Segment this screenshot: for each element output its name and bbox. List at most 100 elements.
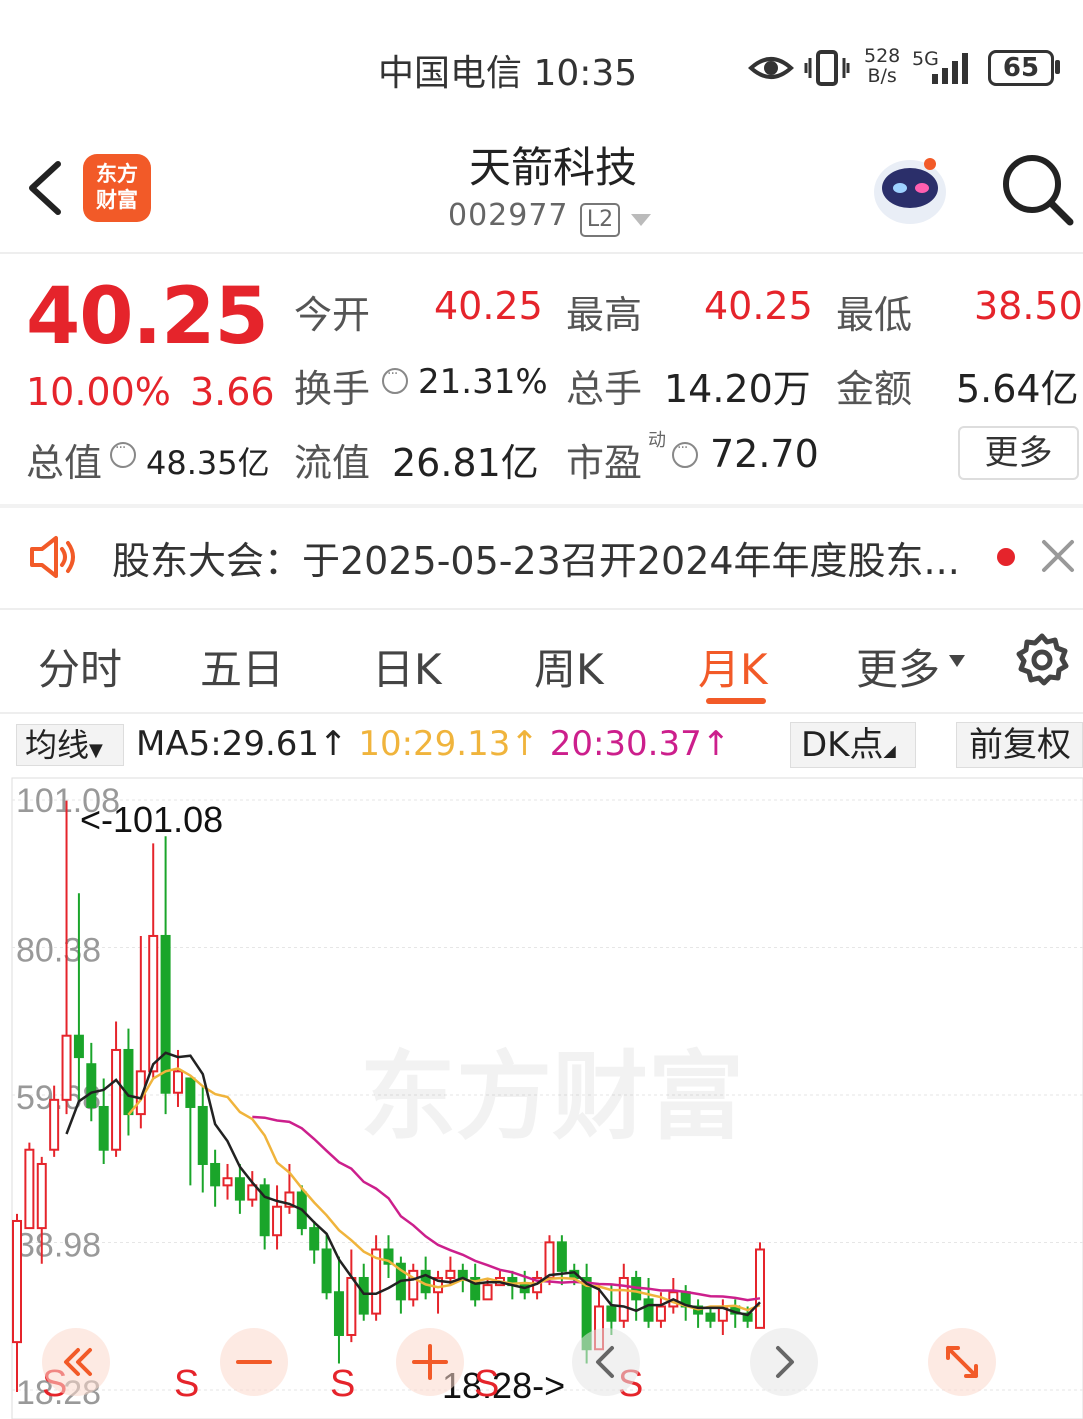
candle-body	[606, 1305, 617, 1322]
volume-value: 14.20万	[664, 367, 811, 411]
zoom-out-button[interactable]	[220, 1328, 288, 1396]
open-value: 40.25	[434, 284, 543, 328]
sell-signal-label: S	[474, 1363, 499, 1405]
ma5-arrow: ↑	[319, 724, 348, 764]
volume-label: 总手	[566, 367, 643, 411]
active-tab-indicator	[706, 698, 766, 704]
tab-five-day[interactable]: 五日	[200, 636, 284, 697]
notice-text[interactable]: 股东大会：于2025-05-23召开2024年年度股东...	[112, 530, 960, 585]
candle-body	[556, 1241, 567, 1272]
net-speed: 528 B/s	[864, 46, 900, 86]
ma-values: MA5:29.61↑ 10:29.13↑ 20:30.37↑	[136, 724, 730, 764]
status-carrier-time: 中国电信 10:35	[378, 53, 638, 94]
candle-body	[148, 934, 159, 1073]
candle-body	[643, 1298, 654, 1322]
robot-assistant-icon[interactable]	[868, 150, 952, 230]
tab-daily-k[interactable]: 日K	[372, 636, 442, 697]
status-bar: 中国电信 10:35 528 B/s 5G 65	[0, 0, 1083, 130]
ma20-arrow: ↑	[701, 724, 731, 764]
info-icon[interactable]	[672, 440, 698, 468]
mktcap-value: 48.35亿	[146, 444, 270, 482]
low-value: 38.50	[974, 284, 1083, 328]
dk-label: DK点	[801, 725, 884, 765]
candle-body	[12, 1219, 22, 1344]
app-logo[interactable]: 东方 财富	[83, 154, 151, 222]
ma20-value: 20:30.37	[549, 724, 702, 764]
divider	[0, 252, 1083, 254]
open-label: 今开	[294, 293, 371, 337]
candle-body	[36, 1162, 47, 1230]
ma-type-dropdown[interactable]: 均线▼	[16, 724, 124, 766]
search-icon[interactable]	[996, 148, 1076, 228]
candle-body	[482, 1284, 493, 1301]
candle-body	[222, 1177, 233, 1187]
level-badge[interactable]: L2	[580, 203, 620, 237]
more-quote-button[interactable]: 更多	[958, 426, 1079, 480]
change-amount: 3.66	[190, 370, 275, 414]
candle-body	[445, 1269, 456, 1279]
low-label: 最低	[836, 293, 913, 337]
candle-body	[346, 1276, 357, 1336]
tab-weekly-k[interactable]: 周K	[534, 636, 604, 697]
sell-signal-label: S	[174, 1363, 199, 1405]
scroll-right-button-bg	[750, 1328, 818, 1396]
y-tick-label: 38.98	[16, 1227, 101, 1265]
info-icon[interactable]	[382, 366, 408, 394]
stock-code[interactable]: 002977	[448, 198, 569, 233]
candle-body	[309, 1227, 320, 1251]
candle-body	[755, 1248, 765, 1329]
dk-point-dropdown[interactable]: DK点◢	[790, 722, 916, 768]
signal-icon	[932, 53, 968, 84]
amount-label: 金额	[836, 367, 913, 411]
chevron-down-icon[interactable]	[948, 654, 966, 668]
divider	[0, 504, 1083, 508]
candle-body	[123, 1048, 134, 1116]
fullscreen-button[interactable]	[928, 1328, 996, 1396]
info-icon[interactable]	[110, 440, 136, 468]
tab-intraday[interactable]: 分时	[38, 636, 122, 697]
gear-icon[interactable]	[1014, 632, 1070, 688]
candle-body	[172, 1070, 183, 1094]
divider	[0, 712, 1083, 714]
y-tick-label: 80.38	[16, 932, 101, 970]
high-label: 最高	[566, 293, 643, 337]
kline-chart[interactable]: 101.0880.3859.6838.9818.28东方财富<-101.0818…	[0, 772, 1083, 1419]
price-adjust-button[interactable]: 前复权	[956, 722, 1083, 768]
float-value: 26.81亿	[392, 441, 539, 485]
candle-body	[544, 1241, 555, 1279]
scroll-right-button[interactable]	[750, 1328, 818, 1396]
tab-monthly-k[interactable]: 月K	[698, 636, 768, 697]
candle-body	[655, 1305, 666, 1322]
zoom-in-button[interactable]	[396, 1328, 464, 1396]
net-speed-unit: B/s	[867, 65, 897, 87]
scroll-left-button[interactable]	[572, 1328, 640, 1396]
back-icon[interactable]	[22, 158, 72, 218]
tab-more[interactable]: 更多	[856, 636, 940, 697]
turnover-label: 换手	[294, 367, 371, 411]
pe-value: 72.70	[710, 432, 819, 476]
corner-triangle-icon: ◢	[883, 741, 896, 760]
candle-body	[49, 1098, 60, 1151]
pe-dynamic-mark: 动	[648, 430, 666, 451]
candle-body	[24, 1148, 35, 1230]
candle-body	[86, 1063, 97, 1108]
max-price-label: <-101.08	[80, 799, 223, 840]
logo-line-1: 东方	[96, 162, 138, 186]
candle-body	[358, 1276, 369, 1315]
candle-body	[197, 1105, 208, 1165]
ma-type-label: 均线	[25, 726, 90, 764]
rewind-button[interactable]	[42, 1328, 110, 1396]
chevron-down-icon[interactable]	[630, 212, 652, 228]
battery-tip	[1055, 60, 1060, 74]
candle-body	[321, 1248, 332, 1294]
sell-signal-label: S	[330, 1363, 355, 1405]
current-price: 40.25	[26, 272, 269, 362]
candle-body	[705, 1312, 716, 1322]
high-value: 40.25	[704, 284, 813, 328]
chevron-down-icon: ▼	[89, 740, 103, 761]
ma5-value: MA5:29.61	[136, 724, 320, 764]
mktcap-label: 总值	[26, 441, 103, 485]
candle-body	[333, 1291, 344, 1336]
close-icon[interactable]	[1040, 538, 1076, 574]
unread-dot	[997, 548, 1015, 566]
